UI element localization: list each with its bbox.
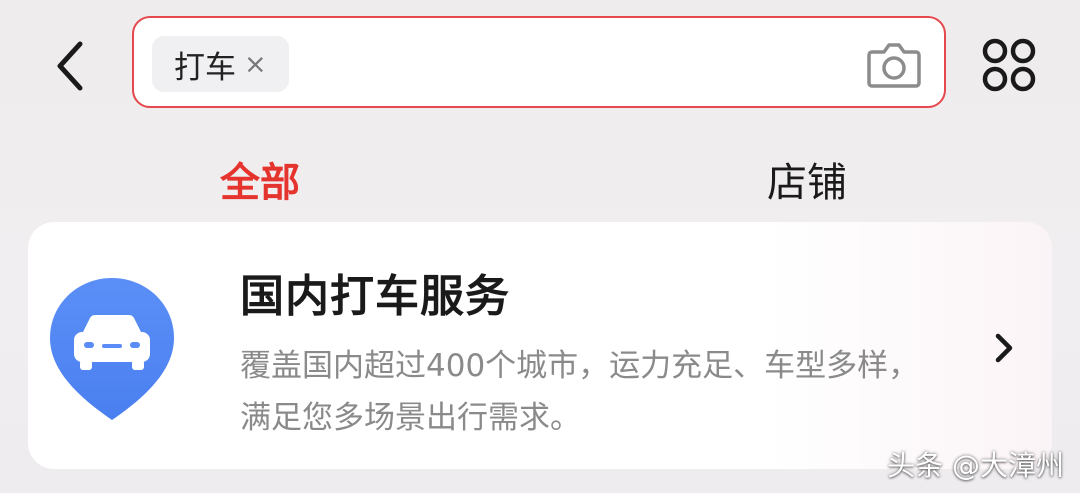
search-bar[interactable]: 打车 × bbox=[132, 16, 946, 108]
watermark: 头条 @大漳州 bbox=[887, 449, 1064, 482]
service-result-card[interactable]: 国内打车服务 覆盖国内超过400个城市，运力充足、车型多样，满足您多场景出行需求… bbox=[28, 222, 1052, 469]
card-description: 覆盖国内超过400个城市，运力充足、车型多样，满足您多场景出行需求。 bbox=[240, 348, 920, 436]
remove-tag-icon[interactable]: × bbox=[244, 49, 267, 80]
tab-stores[interactable]: 店铺 bbox=[767, 150, 847, 208]
camera-icon[interactable] bbox=[866, 38, 922, 90]
tab-all[interactable]: 全部 bbox=[220, 150, 300, 208]
more-menu-icon[interactable] bbox=[980, 36, 1038, 94]
search-tag-chip[interactable]: 打车 × bbox=[152, 36, 289, 92]
car-location-pin-icon bbox=[50, 278, 174, 420]
card-title: 国内打车服务 bbox=[240, 271, 510, 322]
back-icon[interactable] bbox=[48, 38, 94, 94]
search-tag-label: 打车 bbox=[174, 49, 236, 86]
chevron-right-icon[interactable] bbox=[991, 330, 1017, 366]
